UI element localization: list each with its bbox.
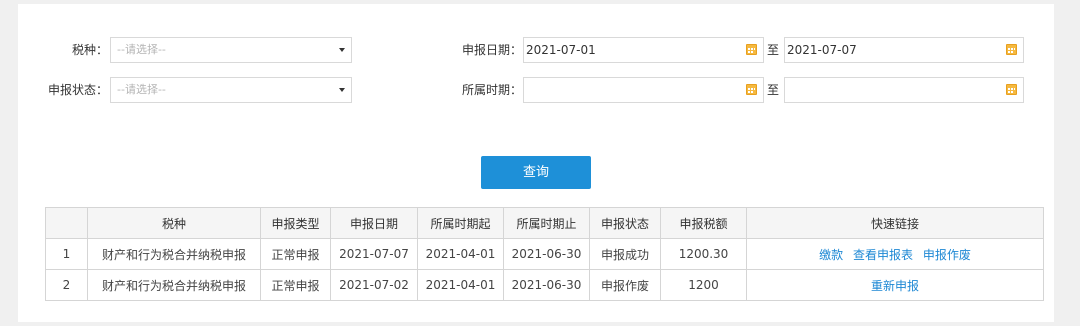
declare-date-to-field[interactable]: 2021-07-07 <box>784 37 1024 63</box>
period-label: 所属时期： <box>461 83 522 97</box>
declare-date-label: 申报日期： <box>461 43 522 57</box>
row-index: 1 <box>45 238 88 270</box>
status-label: 申报状态： <box>47 83 108 97</box>
row-type: 正常申报 <box>260 238 331 270</box>
col-header-period-start: 所属时期起 <box>417 207 504 239</box>
tax-type-placeholder: --请选择-- <box>117 43 166 56</box>
row-tax: 财产和行为税合并纳税申报 <box>87 238 261 270</box>
table-row: 1 财产和行为税合并纳税申报 正常申报 2021-07-07 2021-04-0… <box>45 238 1044 270</box>
chevron-down-icon <box>339 48 345 52</box>
calendar-icon[interactable] <box>1006 84 1017 95</box>
results-table: 税种 申报类型 申报日期 所属时期起 所属时期止 申报状态 申报税额 快速链接 … <box>45 207 1044 301</box>
col-header-status: 申报状态 <box>589 207 661 239</box>
declare-date-from-field[interactable]: 2021-07-01 <box>523 37 764 63</box>
row-index: 2 <box>45 269 88 301</box>
calendar-icon[interactable] <box>1006 44 1017 55</box>
col-header-date: 申报日期 <box>330 207 418 239</box>
row-date: 2021-07-07 <box>330 238 418 270</box>
row-links: 重新申报 <box>746 269 1044 301</box>
chevron-down-icon <box>339 88 345 92</box>
view-declaration-link[interactable]: 查看申报表 <box>853 248 913 262</box>
row-period-end: 2021-06-30 <box>503 238 590 270</box>
col-header-index <box>45 207 88 239</box>
period-to-field[interactable] <box>784 77 1024 103</box>
row-amount: 1200 <box>660 269 747 301</box>
table-row: 2 财产和行为税合并纳税申报 正常申报 2021-07-02 2021-04-0… <box>45 269 1044 301</box>
row-tax: 财产和行为税合并纳税申报 <box>87 269 261 301</box>
table-header-row: 税种 申报类型 申报日期 所属时期起 所属时期止 申报状态 申报税额 快速链接 <box>45 207 1044 239</box>
void-declaration-link[interactable]: 申报作废 <box>923 248 971 262</box>
status-select[interactable]: --请选择-- <box>110 77 352 103</box>
row-links: 缴款 查看申报表 申报作废 <box>746 238 1044 270</box>
row-status: 申报作废 <box>589 269 661 301</box>
tax-type-select[interactable]: --请选择-- <box>110 37 352 63</box>
to-label: 至 <box>767 83 780 97</box>
col-header-links: 快速链接 <box>746 207 1044 239</box>
pay-link[interactable]: 缴款 <box>819 248 843 262</box>
col-header-period-end: 所属时期止 <box>503 207 590 239</box>
to-label: 至 <box>767 43 780 57</box>
redeclare-link[interactable]: 重新申报 <box>871 279 919 293</box>
period-from-field[interactable] <box>523 77 764 103</box>
status-placeholder: --请选择-- <box>117 83 166 96</box>
row-period-start: 2021-04-01 <box>417 238 504 270</box>
col-header-type: 申报类型 <box>260 207 331 239</box>
query-button[interactable]: 查询 <box>481 156 591 189</box>
declare-date-to-value: 2021-07-07 <box>787 43 857 57</box>
row-type: 正常申报 <box>260 269 331 301</box>
row-amount: 1200.30 <box>660 238 747 270</box>
col-header-tax: 税种 <box>87 207 261 239</box>
declare-date-from-value: 2021-07-01 <box>526 43 596 57</box>
tax-type-label: 税种： <box>71 43 108 57</box>
row-period-start: 2021-04-01 <box>417 269 504 301</box>
row-status: 申报成功 <box>589 238 661 270</box>
calendar-icon[interactable] <box>746 84 757 95</box>
row-date: 2021-07-02 <box>330 269 418 301</box>
calendar-icon[interactable] <box>746 44 757 55</box>
row-period-end: 2021-06-30 <box>503 269 590 301</box>
col-header-amount: 申报税额 <box>660 207 747 239</box>
